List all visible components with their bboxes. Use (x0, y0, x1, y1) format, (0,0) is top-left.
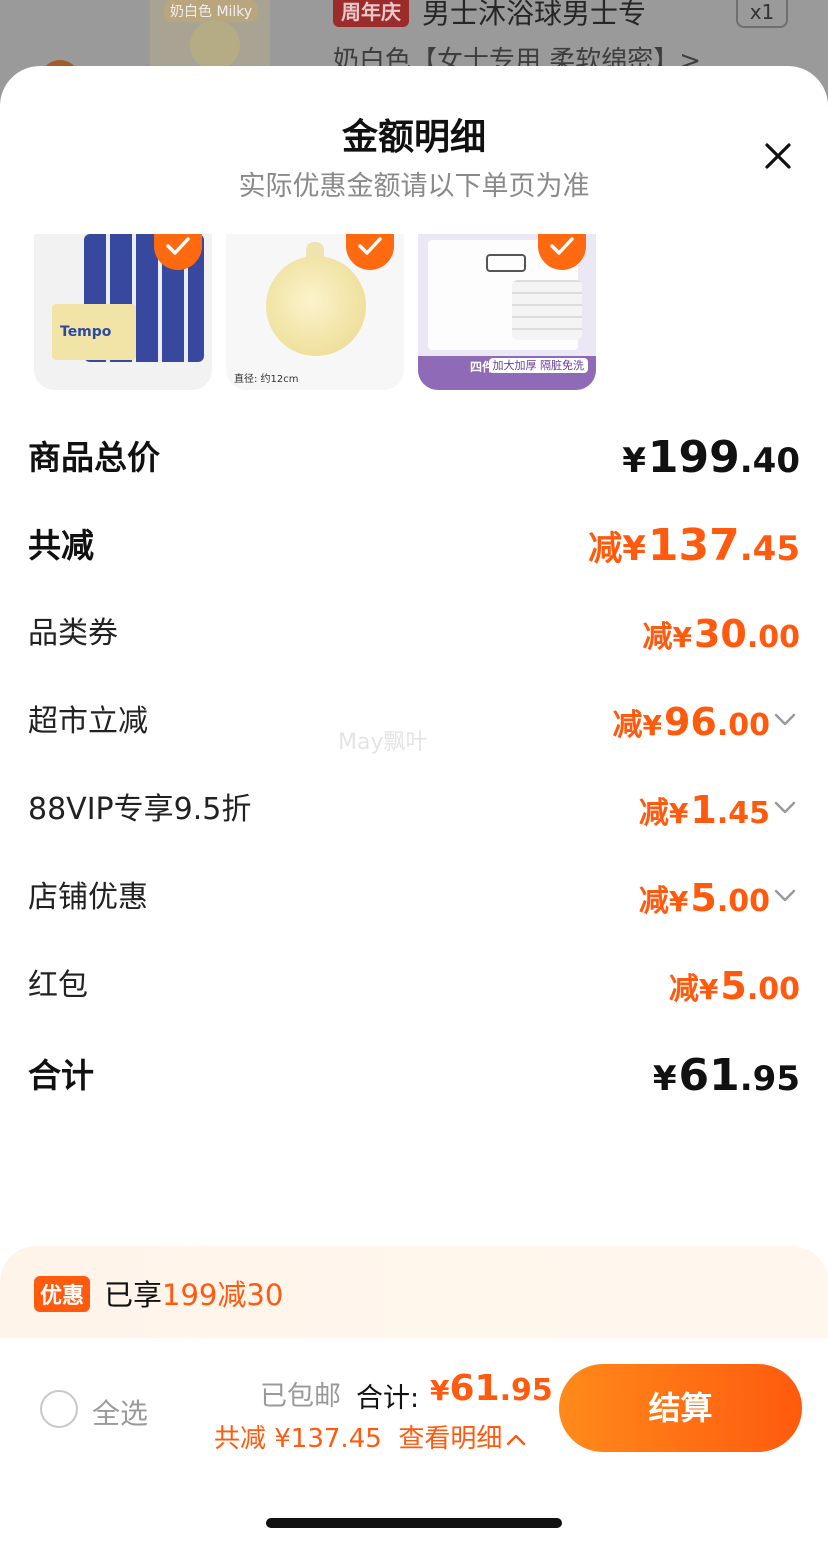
row-label: 店铺优惠 (28, 880, 148, 915)
product-thumbnails: Tempo 直径: 约12cm 四件套套装 加大加厚 隔脏免洗 (34, 234, 794, 390)
background-promo-tag: 周年庆 (333, 0, 409, 27)
checkout-bar: 全选 已包邮 合计: ¥61.95 共减 ¥137.45 查看明细 结算 (0, 1338, 828, 1542)
tissue-box-image: Tempo (52, 304, 136, 360)
row-amount: 减¥30.00 (642, 612, 800, 656)
row-amount: 减¥137.45 (588, 520, 800, 571)
product-thumbnail-bath-puff[interactable]: 直径: 约12cm (226, 234, 404, 390)
row-label: 共减 (28, 526, 94, 565)
product-band-note: 加大加厚 隔脏免洗 (488, 358, 588, 373)
product-thumbnail-bedding[interactable]: 四件套套装 加大加厚 隔脏免洗 (418, 234, 596, 390)
towel-stack-image (512, 280, 582, 340)
row-88vip-discount[interactable]: 88VIP专享9.5折 减¥1.45 (28, 780, 800, 840)
total-label: 合计: (356, 1383, 420, 1414)
background-product-image (190, 20, 240, 70)
background-thumb-tag: 奶白色 Milky (164, 0, 259, 22)
sheet-title: 金额明细 (341, 117, 486, 158)
discount-badge: 优惠 (34, 1276, 91, 1312)
chevron-down-icon[interactable] (774, 780, 800, 840)
row-label: 超市立减 (28, 704, 148, 739)
total-amount: ¥61.95 (430, 1368, 553, 1409)
background-quantity: x1 (736, 0, 788, 28)
row-amount: 减¥5.00 (639, 868, 800, 936)
sheet-subtitle: 实际优惠金额请以下单页为准 (238, 171, 590, 202)
select-all-label[interactable]: 全选 (92, 1392, 148, 1432)
watermark: May飘叶 (338, 730, 428, 755)
shipping-status: 已包邮 (260, 1381, 341, 1412)
background-product-title: 男士沐浴球男士专 (422, 0, 647, 30)
row-amount: 减¥5.00 (668, 964, 800, 1008)
row-label: 品类券 (28, 616, 118, 651)
promo-strip: 优惠 已享199减30 (0, 1246, 828, 1338)
checkmark-icon (166, 237, 190, 255)
checkmark-icon (550, 237, 574, 255)
row-subtotal: 商品总价 ¥199.40 (28, 428, 800, 488)
row-store-discount[interactable]: 店铺优惠 减¥5.00 (28, 868, 800, 928)
row-amount: 减¥96.00 (612, 692, 800, 760)
home-indicator (266, 1518, 562, 1528)
row-red-packet: 红包 减¥5.00 (28, 956, 800, 1016)
row-label: 商品总价 (28, 438, 160, 477)
checkout-button[interactable]: 结算 (559, 1364, 802, 1452)
chevron-down-icon[interactable] (774, 868, 800, 928)
row-label: 88VIP专享9.5折 (28, 792, 252, 827)
checkmark-icon (358, 237, 382, 255)
selected-check[interactable] (346, 234, 394, 270)
product-thumbnail-tempo[interactable]: Tempo (34, 234, 212, 390)
bath-puff-image (266, 256, 366, 356)
row-total-discount: 共减 减¥137.45 (28, 516, 800, 576)
amount-detail-sheet: 金额明细 实际优惠金额请以下单页为准 Tempo 直径: 约12cm 加大加厚 … (0, 66, 828, 1542)
row-label: 合计 (28, 1056, 94, 1095)
select-all-radio[interactable] (40, 1390, 78, 1428)
product-caption: 直径: 约12cm (234, 374, 299, 385)
row-amount: ¥199.40 (622, 432, 800, 483)
row-grand-total: 合计 ¥61.95 (28, 1046, 800, 1106)
view-details-link[interactable]: 共减 ¥137.45 查看明细 (214, 1418, 526, 1455)
close-icon (765, 143, 791, 169)
chevron-up-icon (507, 1434, 526, 1445)
product-band: 四件套套装 加大加厚 隔脏免洗 (418, 356, 596, 390)
chevron-down-icon[interactable] (774, 692, 800, 752)
promo-text: 已享199减30 (104, 1278, 284, 1312)
brand-logo-icon (486, 254, 526, 272)
row-label: 红包 (28, 968, 88, 1003)
row-amount: ¥61.95 (652, 1050, 800, 1101)
product-brand: Tempo (60, 324, 112, 340)
close-button[interactable] (756, 134, 800, 178)
row-category-coupon: 品类券 减¥30.00 (28, 604, 800, 664)
row-amount: 减¥1.45 (639, 780, 800, 848)
